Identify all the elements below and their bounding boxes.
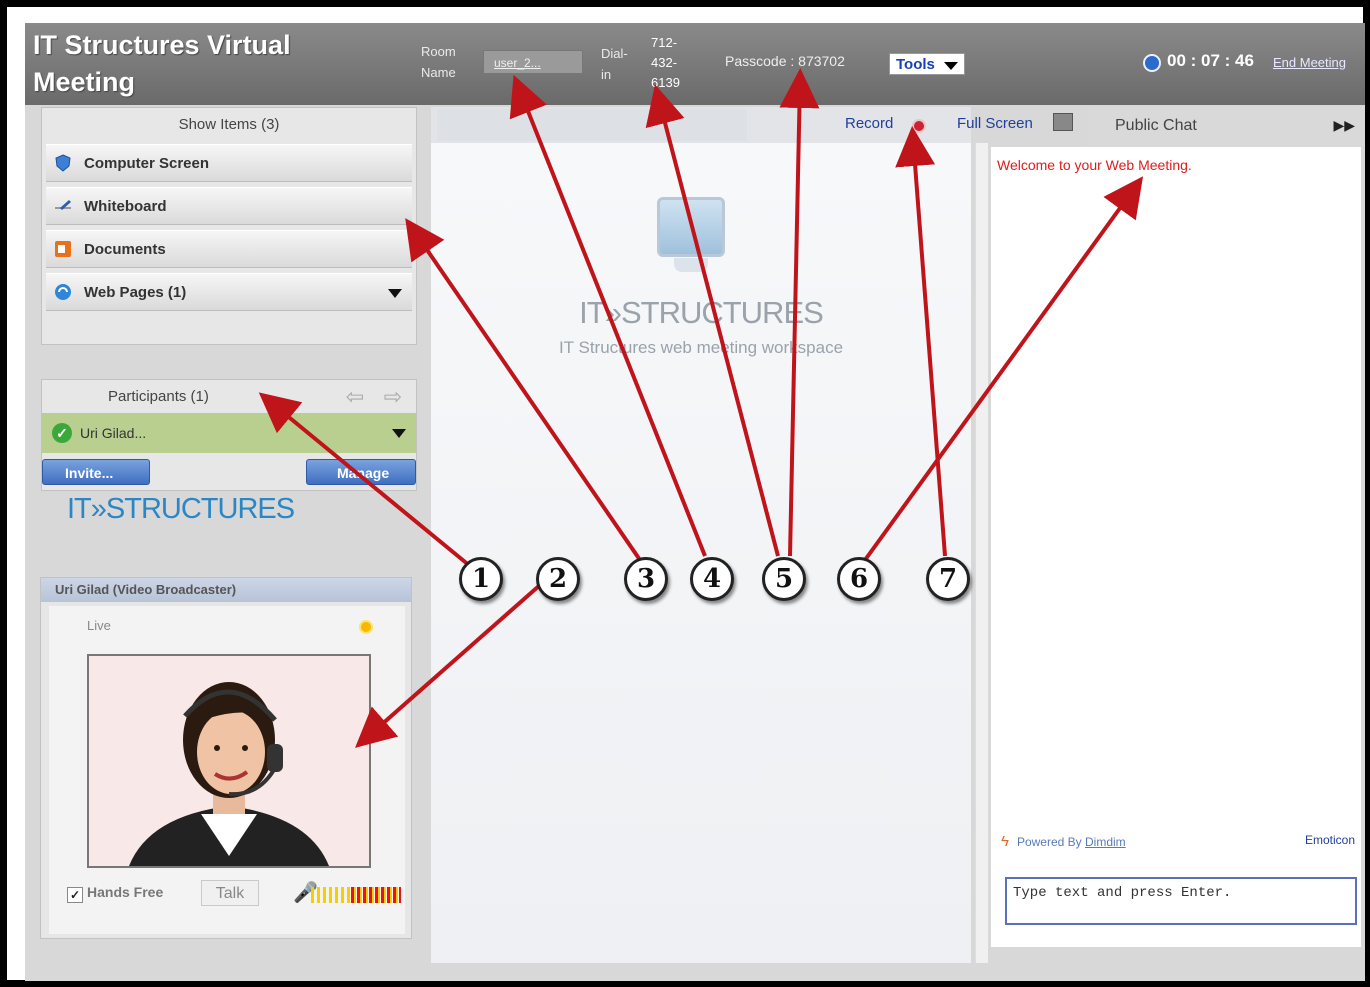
annotation-marker-7: 7 (926, 557, 970, 601)
annotation-marker-2: 2 (536, 557, 580, 601)
annotation-marker-3: 3 (624, 557, 668, 601)
annotation-layer (258, 68, 1144, 748)
annotation-marker-6: 6 (837, 557, 881, 601)
annotation-marker-4: 4 (690, 557, 734, 601)
annotation-arrow-6 (863, 176, 1144, 562)
annotation-arrow-7 (895, 126, 947, 557)
annotation-marker-5: 5 (762, 557, 806, 601)
annotation-arrow-5 (779, 68, 820, 557)
annotation-arrow-2 (354, 583, 542, 748)
annotation-marker-1: 1 (459, 557, 503, 601)
annotation-arrow-3b (509, 74, 707, 557)
annotation-arrow-1 (258, 392, 472, 568)
annotation-arrow-3a (405, 218, 642, 562)
